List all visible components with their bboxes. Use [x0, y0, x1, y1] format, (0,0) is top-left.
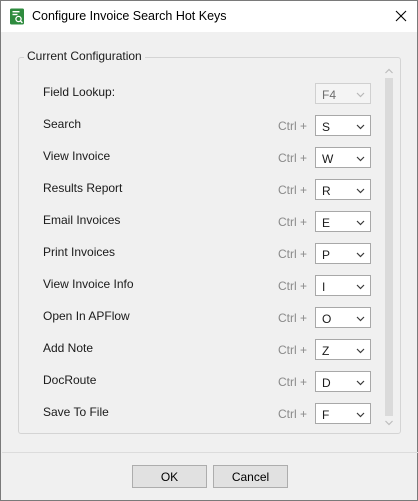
hotkey-row: Save To File Ctrl + F — [1, 402, 418, 424]
hotkey-key-value: I — [322, 280, 326, 294]
ctrl-modifier-label: Ctrl + — [278, 247, 308, 261]
close-button[interactable] — [389, 4, 413, 28]
scrollbar-thumb[interactable] — [385, 78, 393, 416]
hotkey-key-select[interactable]: O — [315, 307, 371, 328]
hotkey-key-select: F4 — [315, 83, 371, 104]
hotkey-row: Add Note Ctrl + Z — [1, 338, 418, 360]
hotkey-key-value: P — [322, 248, 331, 262]
title-bar[interactable]: Configure Invoice Search Hot Keys — [1, 1, 417, 32]
hotkey-row: Field Lookup: F4 — [1, 82, 418, 104]
ctrl-modifier-label: Ctrl + — [278, 375, 308, 389]
hotkey-label: Print Invoices — [43, 245, 116, 259]
hotkey-row: Search Ctrl + S — [1, 114, 418, 136]
hotkey-key-value: E — [322, 216, 331, 230]
chevron-down-icon — [356, 412, 365, 418]
chevron-down-icon — [356, 380, 365, 386]
footer-divider — [2, 452, 418, 453]
cancel-button[interactable]: Cancel — [213, 465, 288, 488]
chevron-down-icon — [356, 156, 365, 162]
hotkey-label: View Invoice — [43, 149, 111, 163]
hotkey-key-value: F4 — [322, 88, 337, 102]
hotkey-key-value: D — [322, 376, 331, 390]
chevron-down-icon — [356, 348, 365, 354]
hotkey-key-select[interactable]: S — [315, 115, 371, 136]
ctrl-modifier-label: Ctrl + — [278, 279, 308, 293]
scroll-down-arrow-icon[interactable] — [384, 419, 394, 427]
hotkey-label: Results Report — [43, 181, 123, 195]
chevron-down-icon — [356, 124, 365, 130]
group-label: Current Configuration — [24, 49, 145, 63]
ctrl-modifier-label: Ctrl + — [278, 151, 308, 165]
app-icon — [10, 8, 24, 25]
hotkey-key-value: W — [322, 152, 334, 166]
scroll-up-arrow-icon[interactable] — [384, 67, 394, 75]
hotkey-label: Search — [43, 117, 82, 131]
ctrl-modifier-label: Ctrl + — [278, 183, 308, 197]
hotkey-key-value: S — [322, 120, 331, 134]
ctrl-modifier-label: Ctrl + — [278, 407, 308, 421]
chevron-down-icon — [356, 92, 365, 98]
ctrl-modifier-label: Ctrl + — [278, 343, 308, 357]
ctrl-modifier-label: Ctrl + — [278, 215, 308, 229]
hotkey-row: Results Report Ctrl + R — [1, 178, 418, 200]
hotkey-label: Email Invoices — [43, 213, 121, 227]
hotkey-key-select[interactable]: I — [315, 275, 371, 296]
hotkey-label: Add Note — [43, 341, 94, 355]
hotkey-label: DocRoute — [43, 373, 97, 387]
chevron-down-icon — [356, 252, 365, 258]
hotkey-label: Field Lookup: — [43, 85, 116, 99]
ctrl-modifier-label: Ctrl + — [278, 119, 308, 133]
hotkey-key-value: R — [322, 184, 331, 198]
hotkey-key-value: Z — [322, 344, 330, 358]
hotkey-key-select[interactable]: F — [315, 403, 371, 424]
hotkey-key-select[interactable]: R — [315, 179, 371, 200]
hotkey-label: View Invoice Info — [43, 277, 134, 291]
close-icon — [395, 10, 407, 22]
hotkey-row: View Invoice Ctrl + W — [1, 146, 418, 168]
hotkey-key-select[interactable]: D — [315, 371, 371, 392]
ctrl-modifier-label: Ctrl + — [278, 311, 308, 325]
vertical-scrollbar[interactable] — [382, 64, 396, 430]
chevron-down-icon — [356, 220, 365, 226]
hotkey-row: View Invoice Info Ctrl + I — [1, 274, 418, 296]
hotkey-row: Open In APFlow Ctrl + O — [1, 306, 418, 328]
hotkey-key-select[interactable]: W — [315, 147, 371, 168]
window-title: Configure Invoice Search Hot Keys — [32, 9, 227, 23]
hotkey-row: Print Invoices Ctrl + P — [1, 242, 418, 264]
hotkey-label: Save To File — [43, 405, 109, 419]
dialog-window: Configure Invoice Search Hot Keys Curren… — [0, 0, 418, 501]
hotkey-label: Open In APFlow — [43, 309, 130, 323]
ok-button[interactable]: OK — [132, 465, 207, 488]
hotkey-row: Email Invoices Ctrl + E — [1, 210, 418, 232]
chevron-down-icon — [356, 188, 365, 194]
chevron-down-icon — [356, 284, 365, 290]
hotkey-key-select[interactable]: P — [315, 243, 371, 264]
hotkey-row: DocRoute Ctrl + D — [1, 370, 418, 392]
chevron-down-icon — [356, 316, 365, 322]
hotkey-key-select[interactable]: E — [315, 211, 371, 232]
hotkey-key-value: F — [322, 408, 330, 422]
hotkey-key-select[interactable]: Z — [315, 339, 371, 360]
hotkey-key-value: O — [322, 312, 332, 326]
